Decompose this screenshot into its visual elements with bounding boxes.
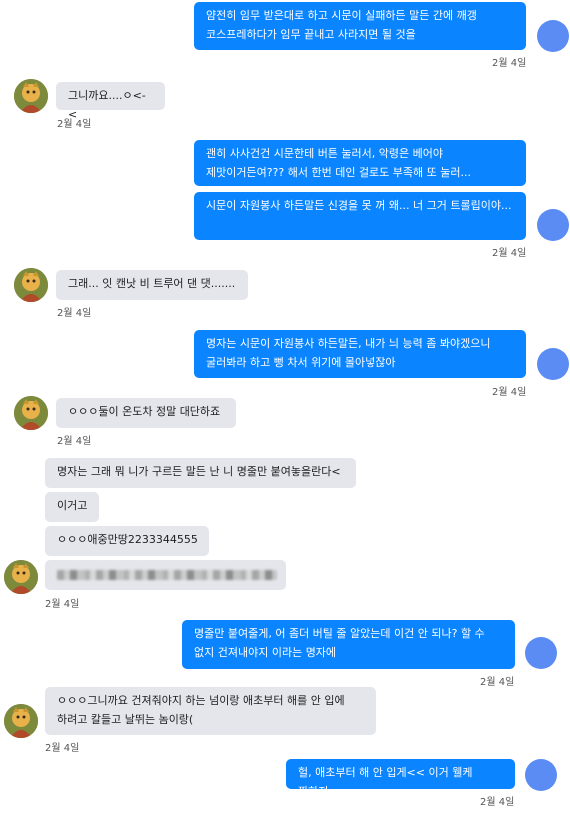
other-avatar[interactable] — [4, 704, 38, 738]
self-avatar[interactable] — [537, 209, 569, 241]
message-timestamp: 2월 4일 — [480, 677, 515, 688]
other-avatar[interactable] — [14, 396, 48, 430]
message-timestamp: 2월 4일 — [492, 248, 527, 259]
message-timestamp: 2월 4일 — [480, 797, 515, 808]
character-avatar-icon — [4, 560, 38, 594]
character-avatar-icon — [4, 704, 38, 738]
character-avatar-icon — [14, 268, 48, 302]
message-timestamp: 2월 4일 — [45, 599, 80, 610]
message-timestamp: 2월 4일 — [57, 308, 92, 319]
message-outgoing[interactable]: 시문이 자원봉사 하든말든 신경을 못 꺼 왜... 너 그거 트롤립이야... — [194, 192, 526, 240]
redacted-text — [57, 570, 277, 580]
message-incoming[interactable]: ㅇㅇㅇ둘이 온도차 정말 대단하죠 — [56, 398, 236, 428]
message-timestamp: 2월 4일 — [45, 743, 80, 754]
message-incoming[interactable]: 그니까요....ㅇ<-< — [56, 82, 165, 121]
message-outgoing[interactable]: 명자는 시문이 자원봉사 하든말든, 내가 늬 능력 좀 봐야겠으니 굴러봐라 … — [194, 330, 526, 378]
self-avatar[interactable] — [525, 637, 557, 669]
message-incoming[interactable]: 그래... 잇 캔낫 비 트루어 댄 댓....... — [56, 270, 248, 300]
message-incoming-redacted[interactable] — [45, 560, 286, 590]
message-incoming[interactable]: 명자는 그래 뭐 니가 구르든 말든 난 니 명줄만 붙여놓을란다< — [45, 458, 356, 488]
message-incoming[interactable]: ㅇㅇㅇ애중만땅2233344555 — [45, 526, 209, 556]
message-timestamp: 2월 4일 — [492, 58, 527, 69]
message-timestamp: 2월 4일 — [492, 387, 527, 398]
other-avatar[interactable] — [4, 560, 38, 594]
self-avatar[interactable] — [537, 20, 569, 52]
message-timestamp: 2월 4일 — [57, 119, 92, 130]
character-avatar-icon — [14, 79, 48, 113]
message-incoming[interactable]: ㅇㅇㅇ그니까요 건져줘야지 하는 넘이랑 애초부터 해를 안 입에 하려고 칼들… — [45, 687, 376, 735]
character-avatar-icon — [14, 396, 48, 430]
self-avatar[interactable] — [525, 759, 557, 791]
other-avatar[interactable] — [14, 79, 48, 113]
message-outgoing[interactable]: 헐, 애초부터 해 안 입게<< 이거 웰케 짠하져 — [286, 759, 515, 798]
other-avatar[interactable] — [14, 268, 48, 302]
message-outgoing[interactable]: 명줄만 붙여줄게, 어 좀더 버틸 줄 알았는데 이건 안 되나? 할 수 없지… — [182, 620, 515, 669]
self-avatar[interactable] — [537, 348, 569, 380]
message-outgoing[interactable]: 얌전히 임무 받은대로 하고 시문이 실패하든 말든 간에 깨갱 코스프레하다가… — [194, 2, 526, 50]
message-timestamp: 2월 4일 — [57, 436, 92, 447]
message-incoming[interactable]: 이거고 — [45, 492, 99, 522]
message-outgoing[interactable]: 괜히 사사건건 시문한테 버튼 눌러서, 악령은 베어야 제맛이거든여??? 해… — [194, 140, 526, 186]
